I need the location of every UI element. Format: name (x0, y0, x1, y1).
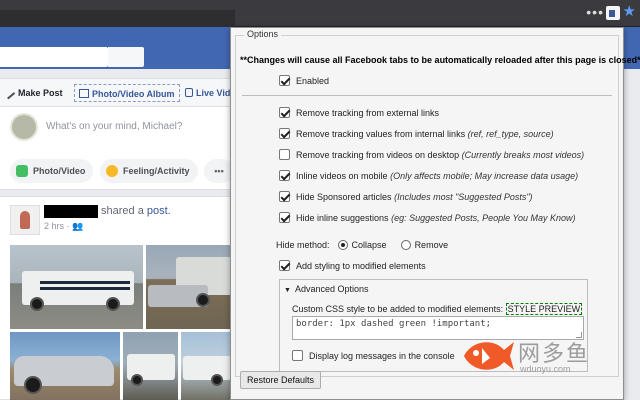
remove-external-tracking-option[interactable]: Remove tracking from external links (279, 106, 439, 120)
remove-label[interactable]: Remove (415, 240, 449, 250)
fish-logo-icon (464, 342, 514, 370)
browser-tab-strip (0, 10, 235, 27)
log-messages-checkbox[interactable] (292, 350, 303, 361)
tab-live-video[interactable]: Live Vid (185, 84, 230, 102)
style-preview-sample: STYLE PREVIEW (505, 303, 583, 315)
truck-stripe (40, 281, 130, 284)
post-photo-3[interactable] (10, 332, 120, 400)
remove-internal-tracking-checkbox[interactable] (279, 128, 290, 139)
post-link[interactable]: post. (147, 205, 171, 217)
post-action-text: shared a post. (101, 205, 171, 217)
collapse-radio[interactable] (337, 240, 348, 250)
truck-wheel (106, 297, 120, 311)
redacted-poster-name (44, 205, 98, 218)
facebook-search-button[interactable] (108, 47, 144, 67)
remove-video-tracking-option[interactable]: Remove tracking from videos on desktop (… (279, 148, 584, 162)
album-icon (79, 89, 89, 98)
options-legend: Options (244, 29, 282, 39)
hide-method-label: Hide method: (276, 240, 330, 250)
hide-method-group: Hide method: Collapse Remove (276, 238, 448, 252)
inline-videos-checkbox[interactable] (279, 170, 290, 181)
restore-defaults-button[interactable]: Restore Defaults (240, 371, 322, 389)
car-wheel (24, 376, 42, 394)
options-fieldset: Options **Changes will cause all Faceboo… (235, 29, 640, 377)
composer-actions: Photo/Video Feeling/Activity ••• (0, 149, 234, 189)
log-messages-option[interactable]: Display log messages in the console (292, 349, 455, 363)
enabled-option[interactable]: Enabled (279, 74, 329, 88)
hide-sponsored-checkbox[interactable] (279, 191, 290, 202)
composer-prompt[interactable]: What's on your mind, Michael? (46, 121, 182, 132)
watermark-url: wduoyu.com (520, 364, 571, 374)
hide-suggestions-option[interactable]: Hide inline suggestions (eg: Suggested P… (279, 211, 576, 225)
hide-sponsored-option[interactable]: Hide Sponsored articles (Includes most "… (279, 190, 533, 204)
add-styling-checkbox[interactable] (279, 260, 290, 271)
user-avatar (10, 113, 38, 141)
post-photo-5[interactable] (181, 332, 233, 400)
smiley-icon (106, 165, 118, 177)
remove-internal-tracking-option[interactable]: Remove tracking values from internal lin… (279, 127, 554, 141)
post-timestamp[interactable]: 2 hrs · 👥 (44, 221, 83, 232)
video-camera-icon (185, 88, 193, 97)
advanced-options-toggle[interactable]: ▼ Advanced Options (284, 284, 368, 294)
reload-notice: **Changes will cause all Facebook tabs t… (240, 55, 640, 65)
poster-avatar[interactable] (10, 205, 40, 235)
remove-radio[interactable] (400, 240, 411, 250)
browser-toolbar: ••• ★ (0, 0, 640, 27)
feeling-activity-button[interactable]: Feeling/Activity (100, 159, 198, 183)
post-photo-2[interactable] (146, 245, 233, 329)
truck-wheel (211, 374, 223, 386)
truck-stripe (40, 287, 130, 290)
tab-photo-video-album[interactable]: Photo/Video Album (74, 84, 180, 102)
options-divider (242, 95, 612, 96)
truck-wheel (196, 293, 210, 307)
inline-videos-option[interactable]: Inline videos on mobile (Only affects mo… (279, 169, 578, 183)
tab-make-post[interactable]: Make Post (5, 84, 63, 102)
custom-css-label: Custom CSS style to be added to modified… (292, 303, 583, 315)
composer-tabs: Make Post Photo/Video Album Live Vid (0, 79, 233, 107)
expand-triangle-icon: ▼ (284, 287, 291, 294)
collapse-label[interactable]: Collapse (352, 240, 387, 250)
photo-icon (16, 165, 28, 177)
extension-icon[interactable] (606, 6, 620, 20)
post-photo-4[interactable] (123, 332, 178, 400)
photo-video-button[interactable]: Photo/Video (10, 159, 94, 183)
star-icon[interactable]: ★ (623, 4, 636, 20)
add-styling-option[interactable]: Add styling to modified elements (279, 259, 426, 273)
post-photo-grid (10, 245, 233, 400)
truck-shape (183, 356, 231, 380)
truck-wheel (131, 374, 143, 386)
site-watermark: 网多鱼 wduoyu.com (460, 332, 620, 382)
browser-menu-dots[interactable]: ••• (586, 5, 604, 19)
remove-external-tracking-checkbox[interactable] (279, 107, 290, 118)
remove-video-tracking-checkbox[interactable] (279, 149, 290, 160)
feed-post: shared a post. 2 hrs · 👥 (0, 196, 233, 400)
facebook-search-input[interactable] (0, 47, 108, 67)
enabled-checkbox[interactable] (279, 75, 290, 86)
hide-suggestions-checkbox[interactable] (279, 212, 290, 223)
pencil-icon (5, 90, 16, 100)
truck-wheel (30, 297, 44, 311)
post-photo-1[interactable] (10, 245, 143, 329)
post-composer: Make Post Photo/Video Album Live Vid Wha… (0, 78, 234, 190)
